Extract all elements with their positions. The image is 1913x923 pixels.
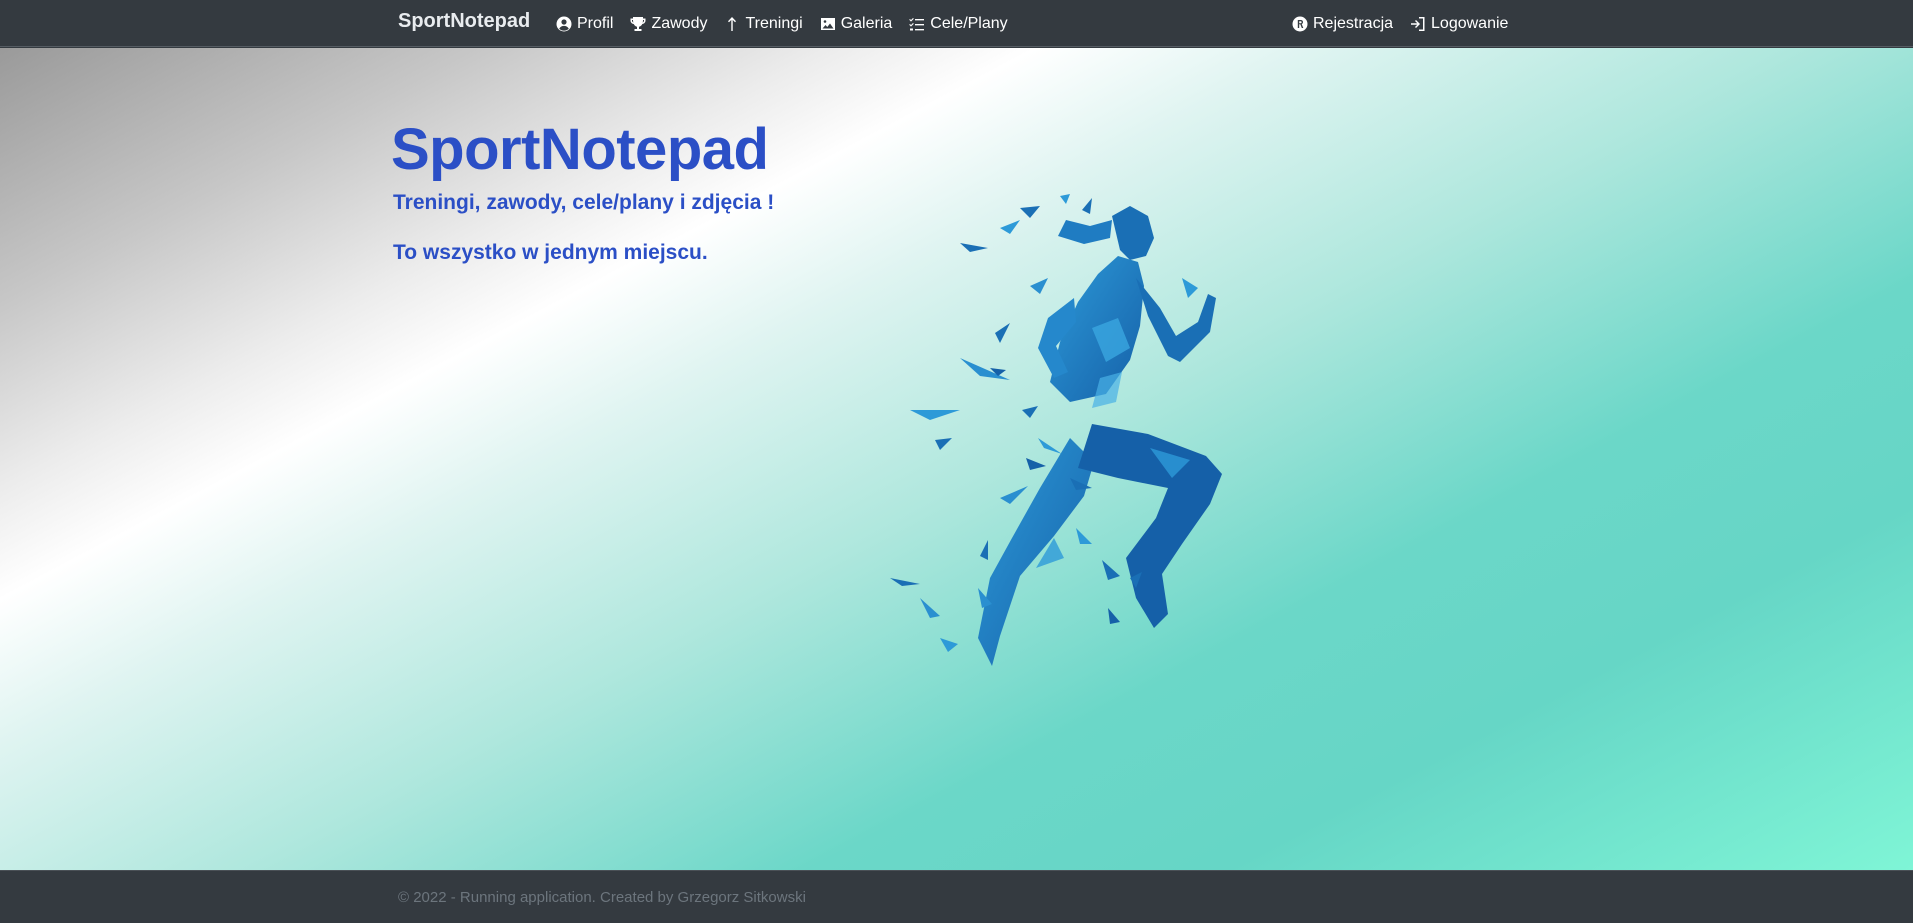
arrow-up-icon [723, 15, 741, 33]
nav-galeria-label: Galeria [840, 14, 893, 32]
user-circle-icon [555, 15, 573, 33]
checklist-icon [908, 15, 926, 33]
nav-logowanie-link[interactable]: Logowanie [1409, 15, 1508, 33]
nav-logowanie-label: Logowanie [1431, 14, 1509, 32]
registered-icon [1291, 15, 1309, 33]
hero-subtitle: Treningi, zawody, cele/plany i zdjęcia ! [393, 191, 775, 214]
nav-rejestracja-link[interactable]: Rejestracja [1291, 15, 1393, 33]
footer: © 2022 - Running application. Created by… [0, 870, 1913, 923]
hero-section: SportNotepad Treningi, zawody, cele/plan… [0, 48, 1913, 870]
brand-link[interactable]: SportNotepad [398, 10, 530, 33]
nav-right-links: Rejestracja Logowanie [1291, 0, 1524, 47]
nav-treningi-label: Treningi [745, 14, 803, 32]
nav-rejestracja-label: Rejestracja [1313, 14, 1394, 32]
nav-zawody-label: Zawody [651, 14, 708, 32]
image-icon [819, 15, 837, 33]
nav-cele-plany-label: Cele/Plany [930, 14, 1008, 32]
login-icon [1409, 15, 1427, 33]
nav-profil-label: Profil [577, 14, 614, 32]
trophy-icon [629, 15, 647, 33]
nav-cele-plany-link[interactable]: Cele/Plany [908, 14, 1008, 33]
nav-zawody-link[interactable]: Zawody [629, 15, 707, 33]
nav-treningi-link[interactable]: Treningi [723, 14, 803, 33]
hero-tagline: To wszystko w jednym miejscu. [393, 241, 708, 264]
hero-title: SportNotepad [391, 117, 769, 182]
runner-illustration [890, 194, 1222, 666]
top-navbar: SportNotepad Profil Zawody Treningi Gale… [0, 0, 1913, 47]
nav-profil-link[interactable]: Profil [555, 15, 613, 33]
nav-left-links: Profil Zawody Treningi Galeria Cele/Plan… [555, 0, 1024, 47]
nav-galeria-link[interactable]: Galeria [819, 14, 893, 33]
footer-copyright: © 2022 - Running application. Created by… [398, 889, 806, 906]
